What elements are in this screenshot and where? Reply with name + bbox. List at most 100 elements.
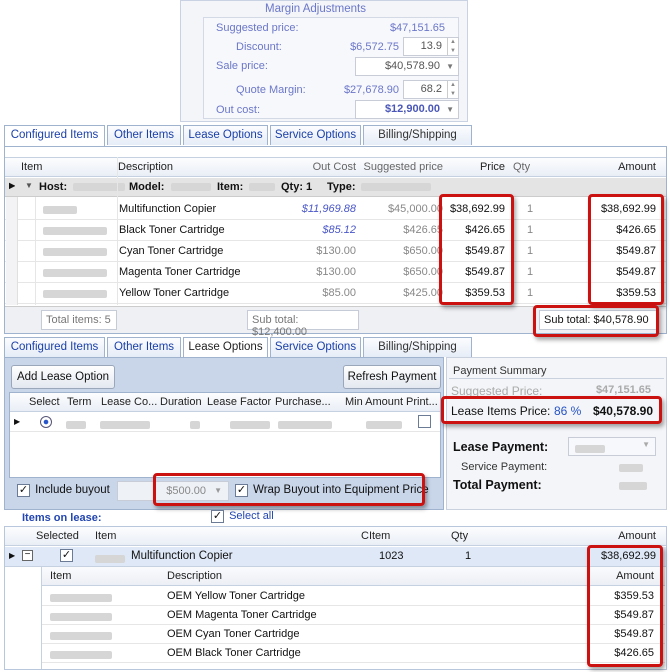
margin-title: Margin Adjustments <box>265 3 366 15</box>
suggested-price-label: Suggested price: <box>216 22 299 34</box>
table-row[interactable]: Multifunction Copier $11,969.88 $45,000.… <box>5 199 666 220</box>
table-row[interactable]: OEM Black Toner Cartridge $426.65 <box>42 644 665 663</box>
dropdown-arrow-icon[interactable]: ▼ <box>446 58 454 75</box>
col-citem[interactable]: CItem <box>361 530 390 542</box>
tab-billing-shipping[interactable]: Billing/Shipping <box>363 125 472 145</box>
dropdown-arrow-icon[interactable]: ▼ <box>446 101 454 118</box>
highlight-lease-items-price <box>441 396 662 424</box>
col-duration[interactable]: Duration <box>160 396 202 408</box>
detail-grid: Item Description Amount OEM Yellow Toner… <box>41 567 665 669</box>
table-row[interactable]: Cyan Toner Cartridge $130.00 $650.00 $54… <box>5 241 666 262</box>
col-price[interactable]: Price <box>445 161 505 173</box>
select-all-label[interactable]: Select all <box>229 510 274 522</box>
discount-value: $6,572.75 <box>350 41 399 53</box>
collapse-icon[interactable]: − <box>22 550 33 561</box>
items-on-lease-title: Items on lease: <box>22 512 102 524</box>
payment-summary-title: Payment Summary <box>453 365 547 377</box>
service-payment-label: Service Payment: <box>461 461 548 473</box>
row-indicator-icon: ▶ <box>9 181 16 190</box>
table-row[interactable]: OEM Magenta Toner Cartridge $549.87 <box>42 606 665 625</box>
sale-price-label: Sale price: <box>216 60 268 72</box>
highlight-amount-column <box>588 194 664 305</box>
table-row[interactable]: OEM Yellow Toner Cartridge $359.53 <box>42 587 665 606</box>
suggested-price-value: $47,151.65 <box>595 384 651 396</box>
col-lease-company[interactable]: Lease Co... <box>101 396 157 408</box>
group-item-label: Item: <box>217 181 244 193</box>
col-suggested-price[interactable]: Suggested price <box>357 161 444 173</box>
tab-other-items[interactable]: Other Items <box>107 125 181 145</box>
include-buyout-row: ✓ Include buyout <box>17 484 110 497</box>
refresh-payment-button[interactable]: Refresh Payment <box>343 365 441 389</box>
col-description[interactable]: Description <box>167 570 222 582</box>
items-on-lease-grid: Selected Item CItem Qty Amount ▶ − ✓ Mul… <box>4 526 667 670</box>
col-selected[interactable]: Selected <box>36 530 79 542</box>
tab-service-options[interactable]: Service Options <box>270 337 361 357</box>
group-row[interactable]: ▶ ▼ Host: Model: Item: Qty: 1 Type: <box>5 178 666 197</box>
table-row[interactable]: OEM Cyan Toner Cartridge $549.87 <box>42 625 665 644</box>
col-amount[interactable]: Amount <box>545 161 656 173</box>
selected-checkbox[interactable]: ✓ <box>60 549 73 562</box>
tab-lease-options[interactable]: Lease Options <box>183 337 268 358</box>
col-term[interactable]: Term <box>67 396 91 408</box>
table-row[interactable]: Magenta Toner Cartridge $130.00 $650.00 … <box>5 262 666 283</box>
out-cost-label: Out cost: <box>216 104 261 116</box>
expand-arrow-icon[interactable]: ▼ <box>25 181 33 190</box>
highlight-lease-amounts <box>587 545 663 667</box>
table-row[interactable]: Black Toner Cartridge $85.12 $426.65 $42… <box>5 220 666 241</box>
select-radio[interactable] <box>40 416 52 428</box>
lease-item-row[interactable]: ▶ − ✓ Multifunction Copier 1023 1 $38,69… <box>5 547 666 567</box>
grid-header: Item Description Out Cost Suggested pric… <box>5 157 666 177</box>
lease-payment-select[interactable]: ▼ <box>568 437 656 456</box>
highlight-price-column <box>439 194 514 305</box>
add-lease-option-button[interactable]: Add Lease Option <box>11 365 115 389</box>
print-checkbox[interactable] <box>418 415 431 428</box>
row-indicator-icon: ▶ <box>9 551 16 560</box>
select-all-row: ✓ Select all <box>211 510 274 523</box>
payment-summary-panel: Payment Summary Suggested Price: $47,151… <box>446 357 667 510</box>
col-item[interactable]: Item <box>21 161 42 173</box>
col-min-amount[interactable]: Min Amount <box>345 396 403 408</box>
group-qty-label: Qty: 1 <box>281 181 313 193</box>
group-model-label: Model: <box>129 181 165 193</box>
select-all-checkbox[interactable]: ✓ <box>211 510 224 523</box>
tab-other-items[interactable]: Other Items <box>107 337 181 357</box>
row-indicator-icon: ▶ <box>14 417 21 426</box>
col-select[interactable]: Select <box>29 396 60 408</box>
lease-payment-label: Lease Payment: <box>453 440 549 454</box>
tab-billing-shipping[interactable]: Billing/Shipping <box>363 337 472 357</box>
subtotal-out-cost: Sub total: $12,400.00 <box>247 310 359 338</box>
highlight-subtotal <box>533 305 659 337</box>
lease-option-row[interactable]: ▶ <box>10 413 440 432</box>
discount-percent-input[interactable]: 13.9 ▲ ▼ <box>403 37 459 56</box>
lease-options-grid: Select Term Lease Co... Duration Lease F… <box>9 392 441 478</box>
include-buyout-label: Include buyout <box>35 484 110 497</box>
quote-margin-label: Quote Margin: <box>236 84 306 96</box>
include-buyout-checkbox[interactable]: ✓ <box>17 484 30 497</box>
total-items: Total items: 5 <box>41 310 117 330</box>
col-lease-factor[interactable]: Lease Factor <box>207 396 271 408</box>
dropdown-arrow-icon[interactable]: ▼ <box>642 440 650 449</box>
discount-label: Discount: <box>236 41 282 53</box>
col-item[interactable]: Item <box>95 530 116 542</box>
col-print[interactable]: Print... <box>406 396 438 408</box>
col-purchase[interactable]: Purchase... <box>275 396 331 408</box>
col-item[interactable]: Item <box>50 570 71 582</box>
tab-configured-items[interactable]: Configured Items <box>4 337 105 357</box>
out-cost-input[interactable]: $12,900.00 ▼ <box>355 100 459 119</box>
items-on-lease-section: Items on lease: ✓ Select all Selected It… <box>4 510 667 670</box>
col-qty[interactable]: Qty <box>513 161 530 173</box>
col-qty[interactable]: Qty <box>451 530 468 542</box>
quote-margin-percent-input[interactable]: 68.2 ▲ ▼ <box>403 80 459 99</box>
tab-configured-items[interactable]: Configured Items <box>4 125 105 146</box>
quote-margin-value: $27,678.90 <box>343 84 399 96</box>
tab-service-options[interactable]: Service Options <box>270 125 361 145</box>
sale-price-input[interactable]: $40,578.90 ▼ <box>355 57 459 76</box>
col-out-cost[interactable]: Out Cost <box>255 161 356 173</box>
group-type-label: Type: <box>327 181 356 193</box>
col-description[interactable]: Description <box>118 161 173 173</box>
tab-lease-options[interactable]: Lease Options <box>183 125 268 145</box>
table-row[interactable]: Yellow Toner Cartridge $85.00 $425.00 $3… <box>5 283 666 304</box>
tab-bar-bottom: Configured Items Other Items Lease Optio… <box>4 337 670 359</box>
suggested-price-value: $47,151.65 <box>389 22 445 34</box>
col-amount[interactable]: Amount <box>545 530 656 542</box>
